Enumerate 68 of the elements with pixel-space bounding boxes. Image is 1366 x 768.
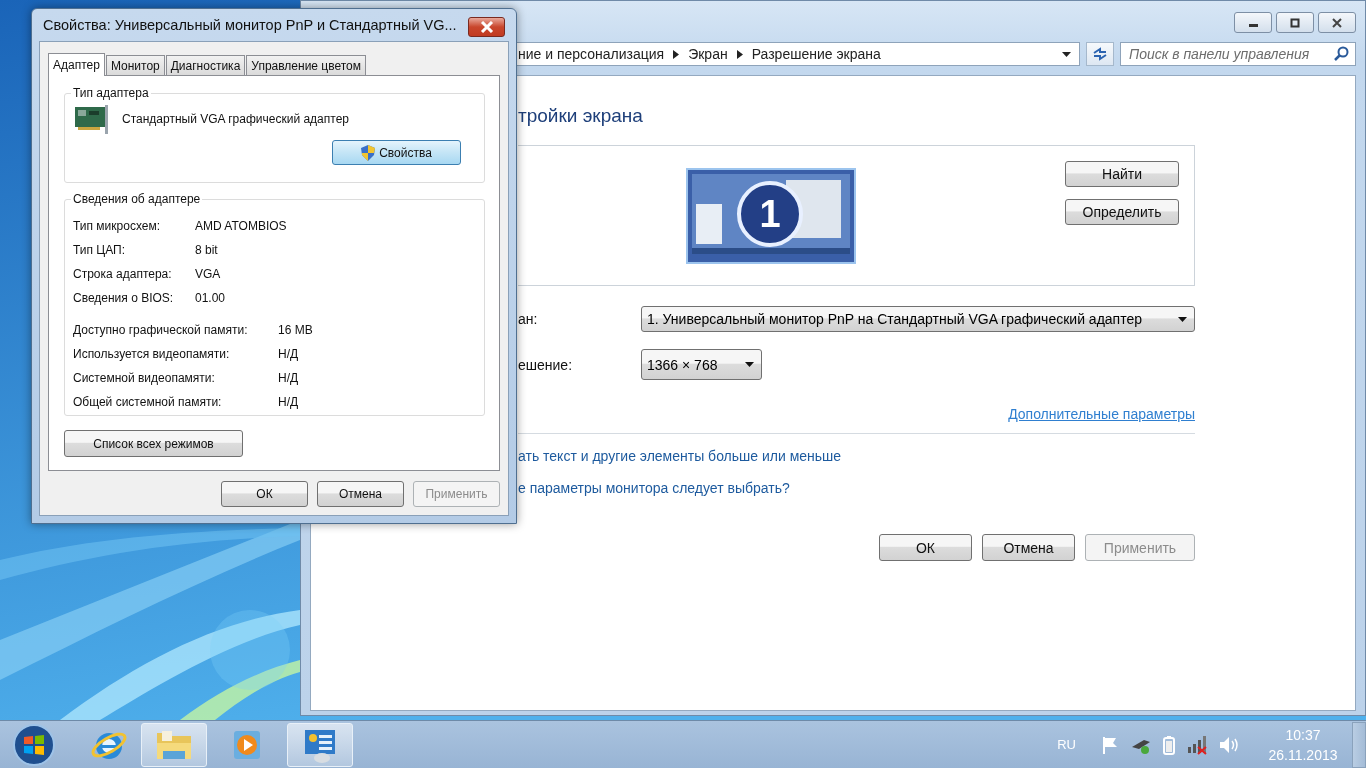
field-label: ан: (518, 311, 539, 327)
shield-icon (361, 144, 376, 161)
close-icon (1331, 17, 1343, 28)
breadcrumb-item[interactable]: Разрешение экрана (751, 46, 881, 62)
taskbar-app-button[interactable] (141, 722, 207, 767)
info-value: Н/Д (278, 371, 299, 385)
maximize-button[interactable] (1276, 12, 1314, 33)
help-link[interactable]: ать текст и другие элементы больше или меньше (518, 448, 1195, 464)
properties-button[interactable]: Свойства (332, 140, 461, 165)
network-signal-icon[interactable] (1186, 734, 1208, 755)
tab[interactable]: Диагностика (165, 55, 246, 75)
dropdown-arrow-icon (745, 362, 754, 367)
list-modes-button[interactable]: Список всех режимов (64, 430, 243, 457)
panel-button[interactable]: Найти (1065, 161, 1179, 187)
window-title: Свойства: Универсальный монитор PnP и Стандартный VG... (43, 17, 457, 33)
refresh-button[interactable] (1086, 42, 1114, 66)
page-heading: тройки экрана (518, 104, 644, 128)
advanced-settings-link[interactable]: Дополнительные параметры (1008, 406, 1195, 422)
adapter-name: Стандартный VGA графический адаптер (122, 112, 349, 126)
field-label: ешение: (518, 356, 574, 373)
search-icon (1333, 46, 1349, 62)
tab[interactable]: Монитор (105, 55, 165, 75)
close-button[interactable] (468, 17, 505, 37)
dropdown[interactable]: 1. Универсальный монитор PnP на Стандартный VGA графический адаптер (641, 306, 1195, 332)
monitor-number: 1 (759, 193, 781, 235)
breadcrumb-arrow-icon (736, 49, 743, 59)
info-label: Тип ЦАП: (73, 243, 127, 257)
dialog-button[interactable]: Отмена (317, 481, 404, 507)
tab[interactable]: Управление цветом (246, 55, 367, 75)
info-value: Н/Д (278, 347, 299, 361)
breadcrumb-item[interactable]: ние и персонализация (518, 46, 665, 62)
group-title: Сведения об адаптере (72, 192, 202, 206)
info-value: 01.00 (195, 291, 226, 305)
info-label: Общей системной памяти: (73, 395, 223, 409)
dropdown-arrow-icon (1062, 51, 1071, 57)
info-label: Тип микросхем: (73, 219, 161, 233)
search-field[interactable]: Поиск в панели управления (1120, 42, 1356, 66)
info-value: AMD ATOMBIOS (195, 219, 287, 233)
maximize-icon (1289, 17, 1301, 28)
start-button[interactable] (11, 721, 57, 768)
monitor-drawing[interactable] (686, 168, 856, 264)
group-title: Тип адаптера (72, 86, 150, 100)
dropdown[interactable]: 1366 × 768 (641, 349, 762, 380)
graphics-card-icon (74, 103, 110, 135)
info-value: 16 MB (278, 323, 313, 337)
close-button[interactable] (1318, 12, 1356, 33)
info-value: 8 bit (195, 243, 218, 257)
info-label: Системной видеопамяти: (73, 371, 216, 385)
close-icon (479, 21, 494, 33)
taskbar-app-button[interactable] (287, 722, 353, 767)
dropdown-arrow-icon (1178, 316, 1187, 322)
breadcrumb-item[interactable]: Экран (688, 46, 728, 62)
tab[interactable]: Адаптер (48, 53, 105, 76)
info-label: Используется видеопамяти: (73, 347, 231, 361)
dialog-button[interactable]: ОК (879, 534, 972, 561)
panel-button[interactable]: Определить (1065, 199, 1179, 225)
dialog-button[interactable]: ОК (221, 481, 308, 507)
minimize-button[interactable] (1234, 12, 1272, 33)
refresh-icon (1092, 47, 1108, 61)
info-label: Доступно графической памяти: (73, 323, 249, 337)
info-value: Н/Д (278, 395, 299, 409)
info-label: Сведения о BIOS: (73, 291, 175, 305)
info-label: Строка адаптера: (73, 267, 173, 281)
help-link[interactable]: е параметры монитора следует выбрать? (518, 480, 1195, 496)
minimize-icon (1248, 24, 1258, 27)
info-value: VGA (195, 267, 221, 281)
dialog-button[interactable]: Отмена (982, 534, 1075, 561)
breadcrumb-arrow-icon (673, 49, 680, 59)
